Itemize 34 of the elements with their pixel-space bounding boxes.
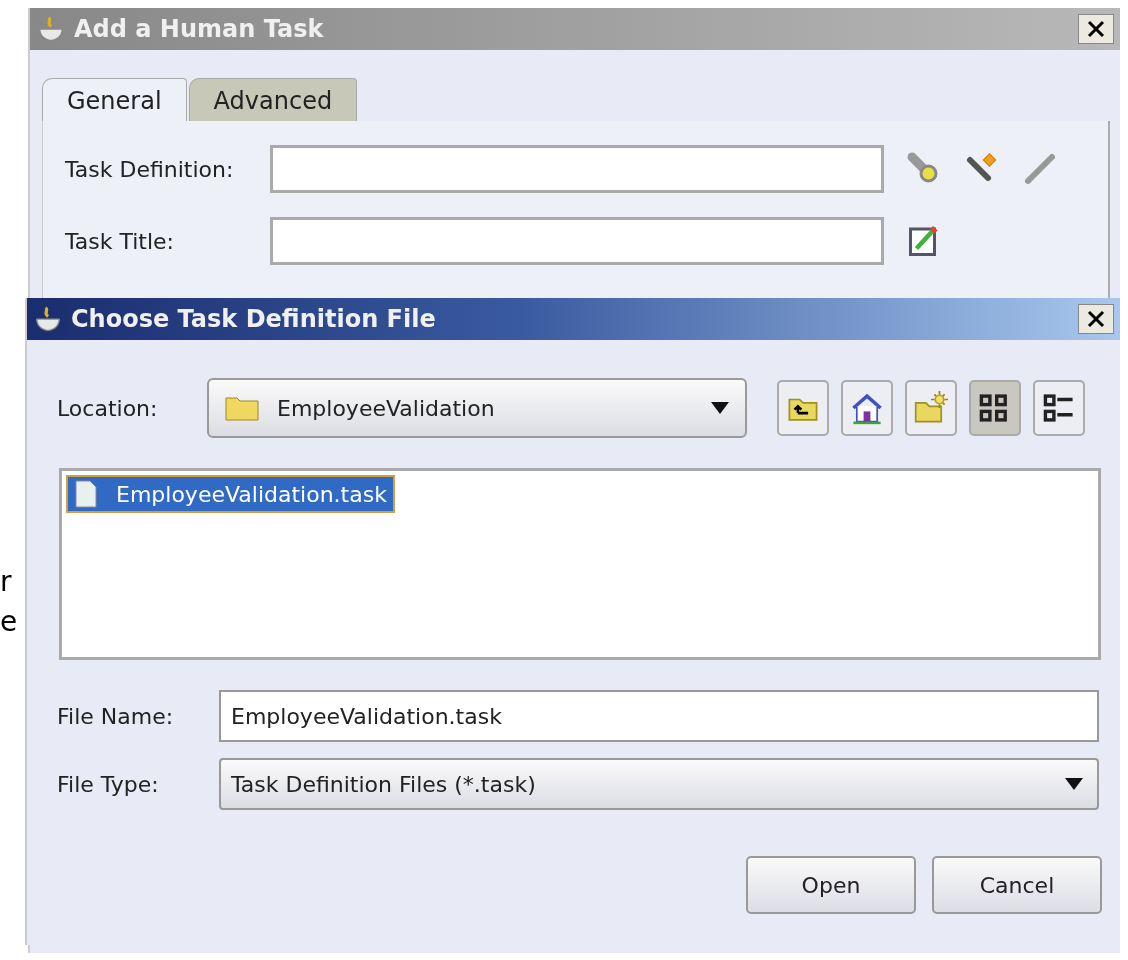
file-name-field[interactable]: EmployeeValidation.task: [219, 690, 1099, 742]
close-button[interactable]: [1078, 304, 1114, 334]
file-item[interactable]: EmployeeValidation.task: [66, 475, 395, 513]
background-text: e: [0, 605, 18, 639]
field-label: Location:: [57, 395, 159, 421]
toolbar-button[interactable]: [841, 380, 893, 436]
window-title: Add a Human Task: [74, 15, 325, 43]
app-cup-icon: [33, 304, 63, 334]
field-label: Task Title:: [65, 228, 176, 254]
tab[interactable]: General: [42, 78, 187, 121]
dropdown-caret-icon: [1065, 778, 1083, 790]
tab[interactable]: Advanced: [188, 78, 358, 121]
window-title: Choose Task Definition File: [71, 305, 437, 333]
background-text: r: [0, 565, 12, 599]
close-icon: [1086, 19, 1106, 39]
field-label: Task Definition:: [65, 156, 235, 182]
field-label: File Type:: [57, 771, 160, 797]
location-dropdown[interactable]: EmployeeValidation: [207, 378, 747, 438]
toolbar-button[interactable]: [969, 380, 1021, 436]
new-folder-icon: [914, 391, 948, 425]
folder-icon: [225, 395, 259, 421]
dialog-button[interactable]: Cancel: [932, 856, 1102, 914]
toolbar-button[interactable]: [1033, 380, 1085, 436]
home-icon: [850, 391, 884, 425]
close-button[interactable]: [1078, 14, 1114, 44]
dialog-button[interactable]: Open: [746, 856, 916, 914]
field-label: File Name:: [57, 703, 175, 729]
list-view-icon: [1042, 391, 1076, 425]
file-type-dropdown[interactable]: Task Definition Files (*.task): [219, 758, 1099, 810]
input-field[interactable]: [270, 217, 884, 265]
dropdown-caret-icon: [711, 402, 729, 414]
input-field[interactable]: [270, 145, 884, 193]
close-icon: [1086, 309, 1106, 329]
document-icon: [74, 480, 98, 508]
